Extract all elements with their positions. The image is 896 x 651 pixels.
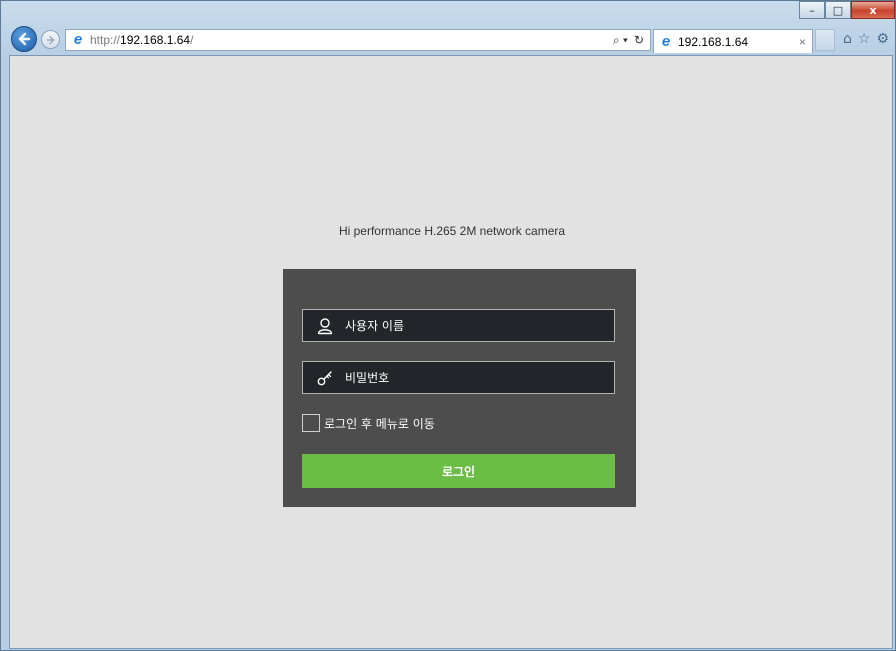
settings-gear-icon[interactable]: ⚙: [876, 31, 889, 47]
maximize-button[interactable]: □: [825, 1, 851, 19]
close-button[interactable]: x: [851, 1, 895, 19]
page-viewport: Hi performance H.265 2M network camera 사…: [9, 55, 893, 649]
user-glyph: [317, 317, 333, 334]
password-field[interactable]: [302, 361, 615, 394]
forward-arrow-icon[interactable]: [41, 30, 60, 49]
product-title: Hi performance H.265 2M network camera: [338, 224, 566, 238]
remember-option: 로그인 후 메뉴로 이동: [302, 414, 435, 432]
username-field[interactable]: [302, 309, 615, 342]
tab-title: 192.168.1.64: [678, 34, 749, 49]
ie-logo-icon: e: [661, 32, 671, 50]
tab-192-168-1-64[interactable]: e 192.168.1.64 ×: [653, 29, 813, 53]
favorites-star-icon[interactable]: ☆: [858, 31, 871, 47]
back-arrow-glyph: [18, 32, 31, 46]
menu-after-login-label[interactable]: 로그인 후 메뉴로 이동: [324, 415, 435, 432]
ie-logo-icon: e: [73, 31, 83, 48]
key-icon: [315, 368, 335, 388]
url-host: 192.168.1.64: [120, 33, 191, 47]
menu-after-login-checkbox[interactable]: [302, 414, 320, 432]
username-input[interactable]: [345, 318, 595, 333]
navigation-bar: e http://192.168.1.64/ ⌕ ▾ ↻ e 192.168.1…: [9, 25, 891, 55]
url-scheme: http://: [90, 33, 121, 47]
url-path: /: [190, 33, 194, 47]
home-icon[interactable]: ⌂: [843, 31, 852, 47]
user-icon: [315, 316, 335, 336]
address-tools: ⌕ ▾ ↻: [613, 33, 650, 48]
back-arrow-icon[interactable]: [11, 26, 37, 52]
window-controls: – □ x: [799, 1, 895, 21]
browser-window: – □ x e http://192.168.1.64/ ⌕ ▾ ↻ e 192…: [0, 0, 896, 651]
login-panel: 로그인 후 메뉴로 이동 로그인: [283, 269, 636, 507]
tab-close-icon[interactable]: ×: [799, 35, 806, 49]
minimize-button[interactable]: –: [799, 1, 825, 19]
new-tab-button[interactable]: [815, 29, 835, 51]
browser-tools: ⌂ ☆ ⚙: [843, 31, 889, 47]
login-button[interactable]: 로그인: [302, 454, 615, 488]
key-glyph: [317, 370, 332, 385]
refresh-icon[interactable]: ↻: [634, 33, 644, 48]
forward-arrow-glyph: [46, 35, 54, 44]
address-bar[interactable]: e http://192.168.1.64/ ⌕ ▾ ↻: [65, 29, 651, 51]
password-input[interactable]: [345, 370, 595, 385]
search-dropdown-icon[interactable]: ⌕ ▾: [613, 33, 628, 48]
